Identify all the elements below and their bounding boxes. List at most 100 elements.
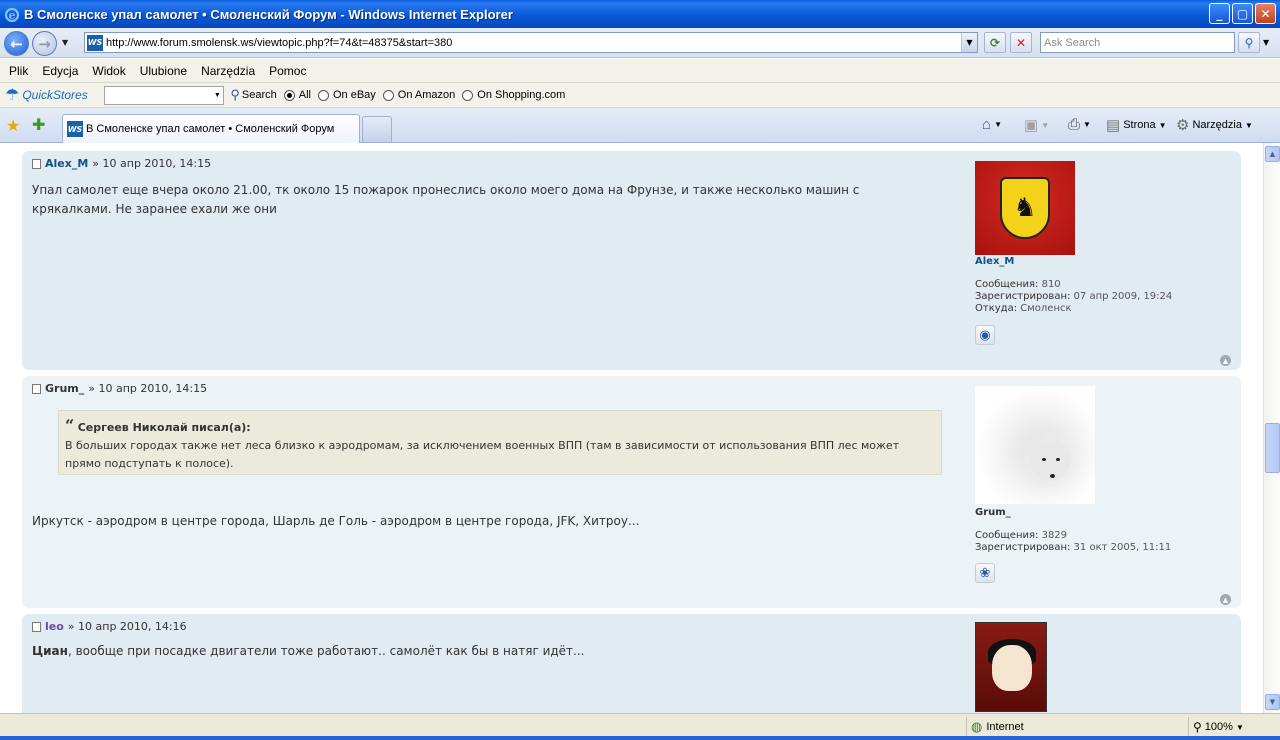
address-dropdown-icon[interactable]: ▼ bbox=[961, 33, 977, 52]
post-date: » 10 апр 2010, 14:15 bbox=[92, 157, 212, 170]
chevron-down-icon[interactable]: ▼ bbox=[1245, 121, 1253, 130]
home-button[interactable]: ⌂ ▼ bbox=[982, 116, 1002, 133]
user-profile: Grum_ Сообщения: 3829 Зарегистрирован: 3… bbox=[975, 507, 1171, 554]
post-icon[interactable] bbox=[32, 158, 41, 169]
forum-post: leo » 10 апр 2010, 14:16 Циан, вообще пр… bbox=[22, 614, 1241, 713]
menu-edit[interactable]: Edycja bbox=[42, 64, 78, 78]
back-button[interactable]: ← bbox=[4, 31, 29, 56]
post-body: Иркутск - аэродром в центре города, Шарл… bbox=[32, 514, 640, 528]
post-header: Grum_ » 10 апр 2010, 14:15 bbox=[32, 382, 207, 395]
radio-shopping[interactable]: On Shopping.com bbox=[462, 89, 565, 101]
window-titlebar[interactable]: e В Смоленске упал самолет • Смоленский … bbox=[0, 0, 1280, 28]
tab-active[interactable]: WS В Смоленске упал самолет • Смоленский… bbox=[62, 114, 360, 143]
site-favicon-icon: WS bbox=[87, 34, 103, 51]
zoom-control[interactable]: ⚲ 100% ▼ bbox=[1188, 717, 1278, 737]
radio-dot[interactable] bbox=[283, 89, 295, 101]
security-zone[interactable]: ◍ Internet bbox=[966, 717, 1186, 737]
menu-file[interactable]: Plik bbox=[9, 64, 28, 78]
radio-dot[interactable] bbox=[317, 89, 329, 101]
scroll-up-button[interactable]: ▲ bbox=[1265, 146, 1280, 162]
arrow-left-icon: ← bbox=[10, 34, 23, 53]
avatar bbox=[975, 386, 1095, 504]
back-to-top-icon[interactable]: ▲ bbox=[1220, 594, 1231, 605]
zoom-icon: ⚲ bbox=[1193, 720, 1202, 734]
stop-button[interactable]: ✕ bbox=[1010, 32, 1032, 53]
menu-tools[interactable]: Narzędzia bbox=[201, 64, 255, 78]
avatar bbox=[975, 622, 1047, 712]
website-globe-icon[interactable]: ◉ bbox=[975, 325, 995, 345]
menu-bar: Plik Edycja Widok Ulubione Narzędzia Pom… bbox=[0, 59, 1280, 83]
tools-menu-button[interactable]: ⚙ Narzędzia ▼ bbox=[1176, 116, 1253, 134]
add-favorite-icon[interactable]: ✚ bbox=[32, 115, 45, 134]
chevron-down-icon[interactable]: ▼ bbox=[1083, 120, 1091, 129]
search-button[interactable]: ⚲ bbox=[1238, 32, 1260, 53]
post-header: leo » 10 апр 2010, 14:16 bbox=[32, 620, 187, 633]
close-button[interactable]: ✕ bbox=[1255, 3, 1276, 24]
address-field[interactable]: WS http://www.forum.smolensk.ws/viewtopi… bbox=[84, 32, 978, 53]
radio-label: All bbox=[298, 89, 311, 101]
scroll-thumb[interactable] bbox=[1265, 423, 1280, 473]
radio-dot[interactable] bbox=[382, 89, 394, 101]
radio-ebay[interactable]: On eBay bbox=[317, 89, 376, 101]
recent-pages-dropdown[interactable]: ▼ bbox=[62, 38, 68, 47]
post-author-link[interactable]: Grum_ bbox=[45, 382, 84, 395]
user-profile: Alex_M Сообщения: 810 Зарегистрирован: 0… bbox=[975, 256, 1172, 315]
back-to-top-icon[interactable]: ▲ bbox=[1220, 355, 1231, 366]
quickstores-search-button[interactable]: ⚲ Search bbox=[230, 87, 276, 103]
page-menu-button[interactable]: ▤ Strona ▼ bbox=[1106, 116, 1167, 134]
minimize-button[interactable]: _ bbox=[1209, 3, 1230, 24]
post-icon[interactable] bbox=[32, 383, 41, 394]
tab-bar: ★ ✚ WS В Смоленске упал самолет • Смолен… bbox=[0, 108, 1280, 143]
maximize-button[interactable]: ▢ bbox=[1232, 3, 1253, 24]
radio-amazon[interactable]: On Amazon bbox=[382, 89, 456, 101]
scroll-down-button[interactable]: ▼ bbox=[1265, 694, 1280, 710]
chevron-down-icon[interactable]: ▼ bbox=[1041, 121, 1049, 130]
radio-label: On Shopping.com bbox=[477, 89, 566, 101]
post-author-link[interactable]: Alex_M bbox=[45, 157, 88, 170]
menu-view[interactable]: Widok bbox=[92, 64, 125, 78]
search-options-dropdown[interactable]: ▼ bbox=[1263, 38, 1269, 47]
radio-all[interactable]: All bbox=[283, 89, 311, 101]
print-button[interactable]: ⎙ ▼ bbox=[1068, 116, 1091, 133]
post-author-link[interactable]: leo bbox=[45, 620, 64, 633]
favorites-star-icon[interactable]: ★ bbox=[6, 116, 20, 135]
post-date: » 10 апр 2010, 14:16 bbox=[67, 620, 187, 633]
post-body-text: , вообще при посадке двигатели тоже рабо… bbox=[67, 644, 585, 658]
post-body: Циан, вообще при посадке двигатели тоже … bbox=[32, 642, 942, 661]
menu-favorites[interactable]: Ulubione bbox=[140, 64, 187, 78]
quickstores-toolbar: ☂ QuickStores ▼ ⚲ Search All On eBay On … bbox=[0, 83, 1280, 108]
profile-username[interactable]: Alex_M bbox=[975, 256, 1172, 267]
page-menu-label: Strona bbox=[1123, 119, 1156, 131]
quote-text: В больших городах также нет леса близко … bbox=[65, 439, 900, 470]
chevron-down-icon[interactable]: ▼ bbox=[994, 120, 1002, 129]
quote-mark-icon: “ bbox=[65, 416, 75, 435]
post-icon[interactable] bbox=[32, 621, 41, 632]
vertical-scrollbar[interactable]: ▲ ▼ bbox=[1263, 143, 1280, 713]
icq-flower-icon[interactable]: ❀ bbox=[975, 563, 995, 583]
refresh-button[interactable]: ⟳ bbox=[984, 32, 1006, 53]
radio-label: On Amazon bbox=[397, 89, 456, 101]
search-input[interactable]: Ask Search bbox=[1040, 32, 1235, 53]
avatar: ♞ bbox=[975, 161, 1075, 255]
site-favicon-icon: WS bbox=[67, 121, 83, 137]
quickstores-search-input[interactable]: ▼ bbox=[104, 85, 225, 105]
chevron-down-icon[interactable]: ▼ bbox=[211, 87, 223, 104]
post-body: Упал самолет еще вчера около 21.00, тк о… bbox=[32, 183, 860, 216]
radio-dot[interactable] bbox=[462, 89, 474, 101]
feeds-button[interactable]: ▣ ▼ bbox=[1024, 116, 1049, 134]
mention-name: Циан bbox=[32, 644, 68, 658]
anime-face-icon bbox=[992, 645, 1032, 691]
new-tab-button[interactable] bbox=[362, 116, 392, 142]
address-url[interactable]: http://www.forum.smolensk.ws/viewtopic.p… bbox=[106, 37, 452, 49]
quickstores-search-label: Search bbox=[241, 89, 277, 101]
internet-explorer-icon: e bbox=[4, 7, 20, 22]
address-toolbar: ← → ▼ WS http://www.forum.smolensk.ws/vi… bbox=[0, 28, 1280, 58]
forward-button[interactable]: → bbox=[32, 31, 57, 56]
profile-username[interactable]: Grum_ bbox=[975, 507, 1171, 518]
chevron-down-icon[interactable]: ▼ bbox=[1159, 121, 1167, 130]
rss-icon: ▣ bbox=[1024, 117, 1039, 134]
profile-messages-count: 810 bbox=[1041, 279, 1061, 290]
nose-icon bbox=[1050, 474, 1055, 478]
chevron-down-icon[interactable]: ▼ bbox=[1236, 723, 1244, 732]
menu-help[interactable]: Pomoc bbox=[269, 64, 306, 78]
